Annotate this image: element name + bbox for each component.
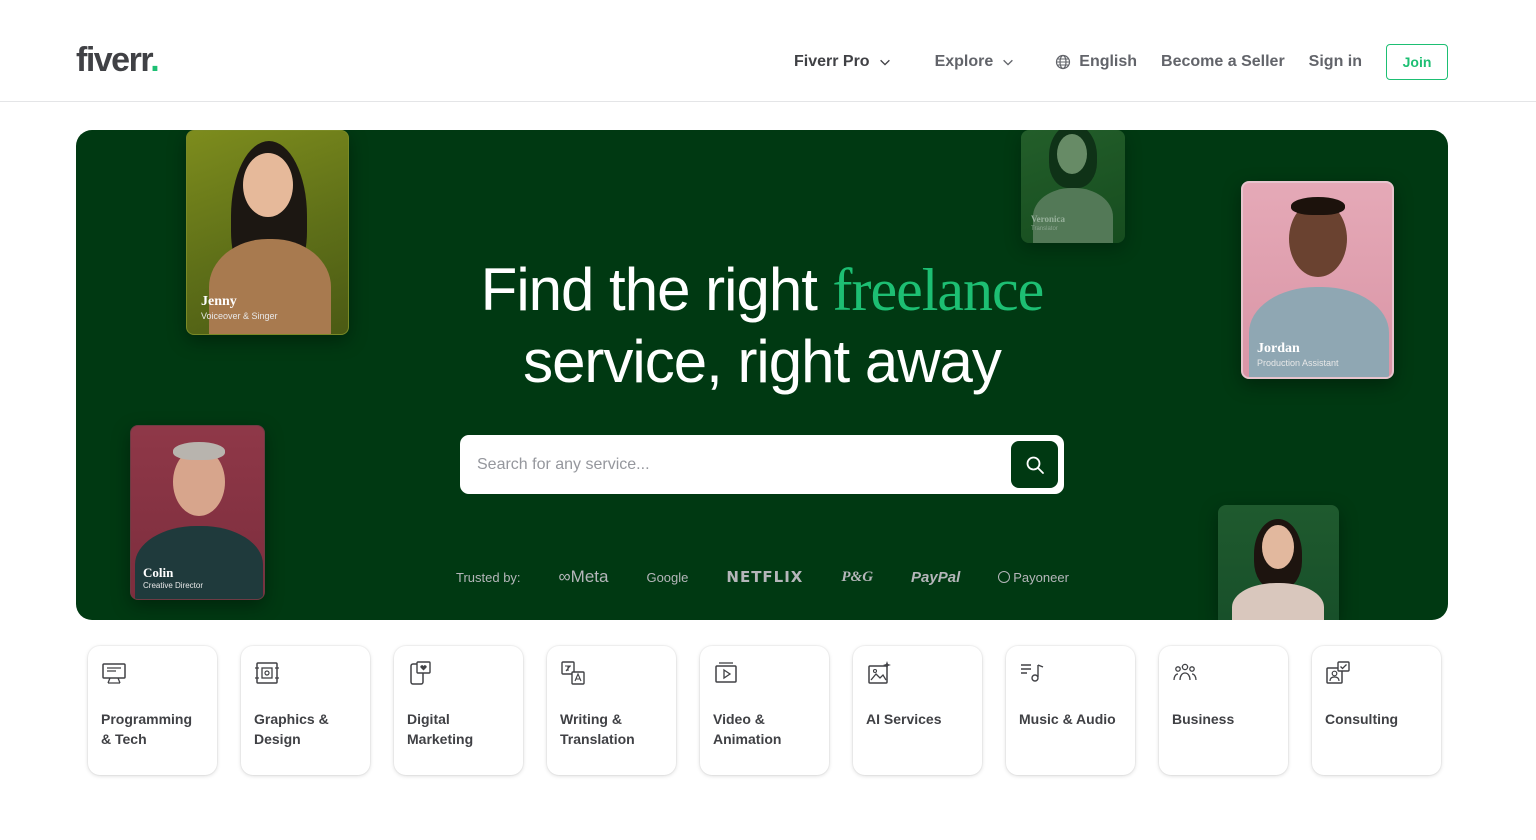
category-label: Consulting (1325, 711, 1399, 727)
meta-logo: ∞Meta (558, 567, 609, 586)
nav-sign-in[interactable]: Sign in (1309, 53, 1362, 71)
search-button[interactable] (1011, 441, 1058, 488)
category-consulting[interactable]: Consulting (1312, 646, 1441, 775)
category-business[interactable]: Business (1159, 646, 1288, 775)
category-label: Music & Audio (1019, 711, 1116, 727)
nav-fiverr-pro[interactable]: Fiverr Pro (794, 53, 892, 71)
people-group-icon (1173, 663, 1197, 681)
freelancer-role: Translator (1031, 226, 1058, 232)
paypal-logo: PayPal (911, 568, 961, 586)
chevron-down-icon (1003, 59, 1014, 66)
translate-icon (561, 661, 585, 685)
freelancer-card-colin: Colin Creative Director (130, 425, 265, 600)
category-graphics-design[interactable]: Graphics & Design (241, 646, 370, 775)
freelancer-name: Colin (143, 565, 174, 580)
category-ai-services[interactable]: AI Services (853, 646, 982, 775)
freelancer-role: Creative Director (143, 581, 204, 590)
search-input[interactable] (463, 438, 1013, 491)
payoneer-ring-icon (998, 571, 1011, 583)
freelancer-name: Veronica (1031, 214, 1066, 224)
pg-logo: P&G (841, 568, 874, 585)
category-label: Graphics & Design (254, 711, 329, 747)
trusted-by-row: Trusted by: ∞Meta Google NETFLIX P&G Pay… (456, 566, 1107, 588)
hero-title-part1: Find the right (480, 256, 833, 323)
chevron-down-icon (879, 59, 890, 66)
hero-title-part2: service, right away (523, 328, 1002, 395)
portrait-face (1057, 134, 1087, 174)
design-frame-icon (255, 662, 279, 684)
join-button[interactable]: Join (1386, 43, 1448, 80)
category-label: Video & Animation (713, 711, 782, 747)
category-label: Digital Marketing (407, 711, 474, 747)
category-programming-tech[interactable]: Programming & Tech (88, 646, 217, 775)
payoneer-logo: Payoneer (998, 570, 1069, 585)
portrait-face (1262, 525, 1294, 569)
nav-language[interactable]: English (1055, 53, 1137, 71)
music-note-icon (1021, 664, 1044, 682)
category-label: Writing & Translation (560, 711, 635, 747)
category-video-animation[interactable]: Video & Animation (700, 646, 829, 775)
category-label: AI Services (866, 711, 942, 727)
category-music-audio[interactable]: Music & Audio (1006, 646, 1135, 775)
portrait-body (1232, 583, 1324, 620)
category-label: Business (1172, 711, 1235, 727)
netflix-logo: NETFLIX (726, 568, 804, 586)
globe-icon (1056, 54, 1071, 69)
consulting-icon (1326, 661, 1350, 684)
search-bar (460, 435, 1064, 494)
meta-infinity-icon: ∞ (558, 567, 571, 586)
category-digital-marketing[interactable]: Digital Marketing (394, 646, 523, 775)
monitor-icon (102, 663, 126, 684)
nav-explore[interactable]: Explore (935, 53, 1016, 71)
ai-image-icon (868, 661, 891, 684)
top-nav: Fiverr Pro Explore English Become a Sell… (794, 43, 1448, 80)
site-header: fiverr. Fiverr Pro Explore English Becom… (0, 0, 1536, 102)
fiverr-logo[interactable]: fiverr. (76, 40, 160, 80)
category-list: Programming & Tech Graphics & Design Dig… (88, 646, 1441, 775)
search-icon (1026, 456, 1044, 474)
freelancer-card-veronica: Veronica Translator (1021, 130, 1125, 243)
trusted-by-label: Trusted by: (456, 569, 521, 585)
freelancer-card-partial (1218, 505, 1339, 620)
portrait-face (243, 153, 293, 217)
hero-title-accent: freelance (832, 257, 1045, 323)
portrait-hair (173, 442, 225, 460)
google-logo: Google (646, 569, 689, 585)
category-writing-translation[interactable]: Writing & Translation (547, 646, 676, 775)
nav-become-seller[interactable]: Become a Seller (1161, 53, 1285, 71)
hero-title: Find the right freelance service, right … (76, 254, 1448, 398)
video-play-icon (715, 662, 737, 683)
phone-heart-icon (410, 661, 431, 685)
portrait-hair (1291, 197, 1345, 215)
category-label: Programming & Tech (101, 711, 193, 747)
hero-banner: Jenny Voiceover & Singer Veronica Transl… (76, 130, 1448, 620)
